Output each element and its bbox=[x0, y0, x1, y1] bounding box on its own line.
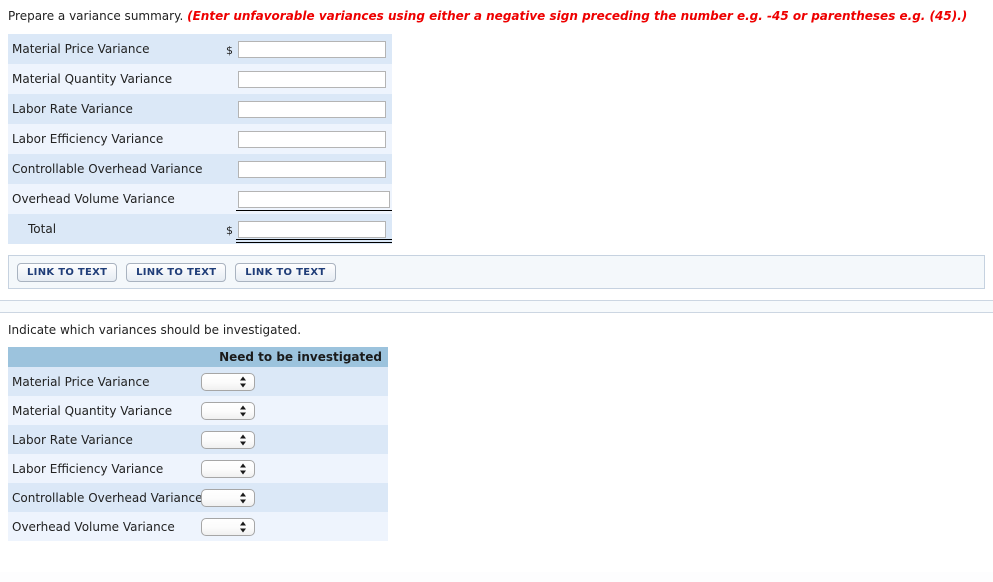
row-field bbox=[226, 64, 392, 94]
row-label: Material Price Variance bbox=[8, 34, 226, 64]
variance-summary-table: Material Price Variance $ Material Quant… bbox=[8, 34, 392, 244]
table-row: Labor Rate Variance bbox=[8, 94, 392, 124]
need-to-be-investigated-header: Need to be investigated bbox=[8, 347, 388, 367]
table-row: Controllable Overhead Variance bbox=[8, 154, 392, 184]
row-field bbox=[226, 124, 392, 154]
row-label: Labor Efficiency Variance bbox=[8, 124, 226, 154]
stepper-arrows-icon bbox=[240, 462, 247, 475]
table-row: Material Quantity Variance bbox=[8, 396, 388, 425]
row-label: Overhead Volume Variance bbox=[8, 512, 198, 541]
material-price-variance-input[interactable] bbox=[238, 40, 386, 58]
row-label: Labor Rate Variance bbox=[8, 425, 198, 454]
row-label: Material Price Variance bbox=[8, 367, 198, 396]
row-label: Labor Efficiency Variance bbox=[8, 454, 198, 483]
unfavorable-variance-instruction: (Enter unfavorable variances using eithe… bbox=[187, 9, 968, 23]
total-variance-input[interactable] bbox=[238, 220, 386, 238]
overhead-volume-variance-select[interactable] bbox=[201, 517, 255, 536]
stepper-arrows-icon bbox=[240, 520, 247, 533]
row-control bbox=[198, 367, 388, 396]
material-price-variance-select[interactable] bbox=[201, 372, 255, 391]
labor-rate-variance-select[interactable] bbox=[201, 430, 255, 449]
overhead-volume-variance-input[interactable] bbox=[238, 190, 390, 208]
row-label: Labor Rate Variance bbox=[8, 94, 226, 124]
row-field bbox=[226, 154, 392, 184]
link-to-text-button-1[interactable]: LINK TO TEXT bbox=[17, 263, 118, 282]
row-field bbox=[226, 94, 392, 124]
row-control bbox=[198, 512, 388, 541]
investigate-table-body: Material Price Variance Material Quantit… bbox=[8, 367, 388, 541]
link-to-text-panel: LINK TO TEXT LINK TO TEXT LINK TO TEXT bbox=[8, 255, 985, 289]
row-field: $ bbox=[226, 34, 392, 64]
table-row: Overhead Volume Variance bbox=[8, 512, 388, 541]
row-label: Material Quantity Variance bbox=[8, 64, 226, 94]
investigate-prompt: Indicate which variances should be inves… bbox=[8, 323, 302, 337]
prompt-text: Prepare a variance summary. bbox=[8, 9, 184, 23]
variance-summary-body: Material Price Variance $ Material Quant… bbox=[8, 34, 392, 244]
table-row: Overhead Volume Variance bbox=[8, 184, 392, 214]
material-quantity-variance-input[interactable] bbox=[238, 70, 386, 88]
table-row: Labor Efficiency Variance bbox=[8, 124, 392, 154]
labor-rate-variance-input[interactable] bbox=[238, 100, 386, 118]
section-divider bbox=[0, 300, 993, 313]
table-row: Material Quantity Variance bbox=[8, 64, 392, 94]
controllable-overhead-variance-input[interactable] bbox=[238, 160, 386, 178]
link-to-text-button-3[interactable]: LINK TO TEXT bbox=[235, 263, 336, 282]
stepper-arrows-icon bbox=[240, 404, 247, 417]
row-label: Material Quantity Variance bbox=[8, 396, 198, 425]
table-row-total: Total $ bbox=[8, 214, 392, 244]
total-label: Total bbox=[8, 214, 226, 244]
labor-efficiency-variance-input[interactable] bbox=[238, 130, 386, 148]
row-control bbox=[198, 396, 388, 425]
row-label: Controllable Overhead Variance bbox=[8, 483, 202, 512]
table-row: Labor Rate Variance bbox=[8, 425, 388, 454]
link-to-text-button-2[interactable]: LINK TO TEXT bbox=[126, 263, 227, 282]
row-field: $ bbox=[226, 214, 392, 244]
dollar-sign: $ bbox=[226, 43, 233, 57]
investigate-table: Need to be investigated Material Price V… bbox=[8, 347, 388, 541]
row-label: Controllable Overhead Variance bbox=[8, 154, 226, 184]
dollar-sign: $ bbox=[226, 223, 233, 237]
row-control bbox=[198, 425, 388, 454]
stepper-arrows-icon bbox=[240, 433, 247, 446]
investigate-table-head: Need to be investigated bbox=[8, 347, 388, 367]
row-label: Overhead Volume Variance bbox=[8, 184, 226, 214]
stepper-arrows-icon bbox=[240, 375, 247, 388]
variance-summary-prompt: Prepare a variance summary. (Enter unfav… bbox=[0, 0, 993, 24]
stepper-arrows-icon bbox=[240, 491, 247, 504]
row-control bbox=[198, 483, 388, 512]
table-row: Material Price Variance bbox=[8, 367, 388, 396]
page-bottom-area bbox=[0, 572, 993, 582]
controllable-overhead-variance-select[interactable] bbox=[201, 488, 255, 507]
row-control bbox=[198, 454, 388, 483]
material-quantity-variance-select[interactable] bbox=[201, 401, 255, 420]
table-row: Labor Efficiency Variance bbox=[8, 454, 388, 483]
table-row: Material Price Variance $ bbox=[8, 34, 392, 64]
row-field bbox=[226, 184, 392, 214]
table-header-row: Need to be investigated bbox=[8, 347, 388, 367]
table-row: Controllable Overhead Variance bbox=[8, 483, 388, 512]
labor-efficiency-variance-select[interactable] bbox=[201, 459, 255, 478]
